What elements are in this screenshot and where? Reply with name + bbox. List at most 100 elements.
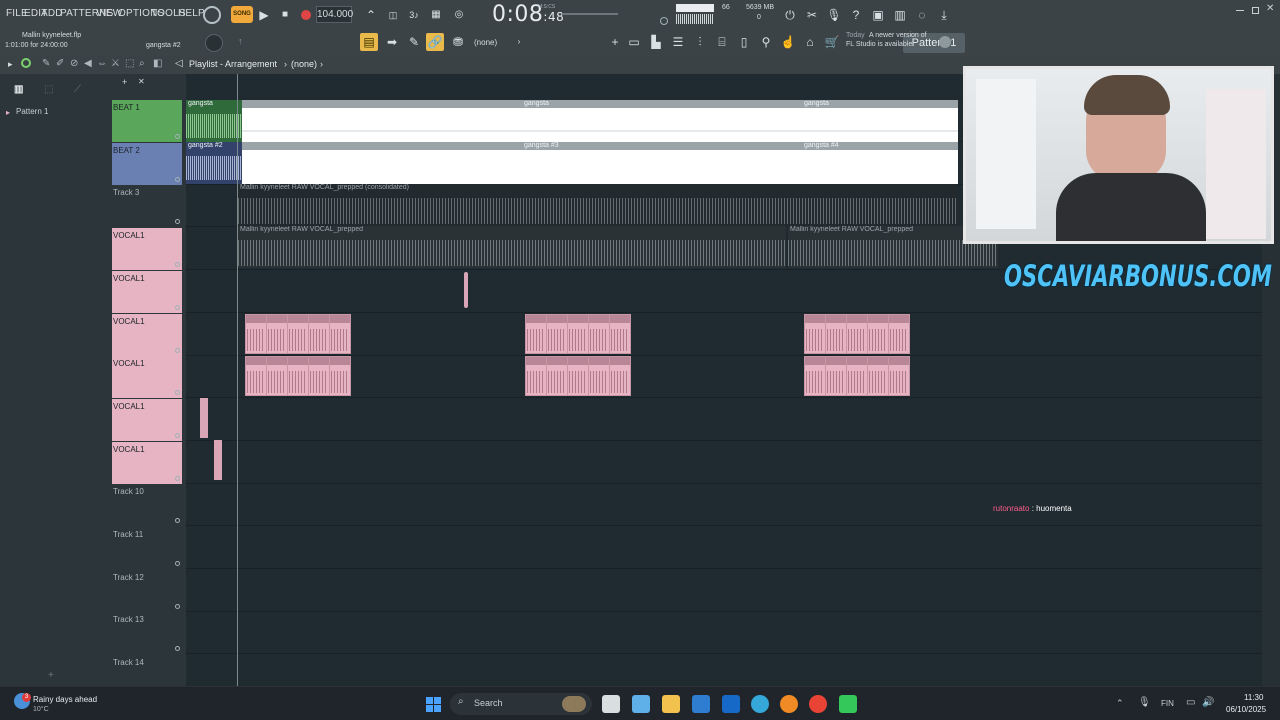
tray-chevron-icon[interactable]: ⌃ [1116, 698, 1124, 709]
track-header[interactable]: VOCAL1 [112, 398, 182, 441]
vocal-pattern-clip[interactable] [546, 356, 568, 396]
audio-clip-vocal-prepped-1[interactable]: Mallin kyyneleet RAW VOCAL_prepped [238, 226, 786, 268]
windows-start-icon[interactable] [426, 697, 442, 713]
track-lane[interactable] [186, 484, 1262, 527]
playlist-menu-arrow-icon[interactable]: ▸ [8, 59, 13, 70]
save-icon[interactable]: ▣ [869, 6, 887, 24]
globe-icon[interactable] [939, 36, 951, 48]
plugin-icon[interactable]: ▥ [891, 6, 909, 24]
track-header[interactable]: VOCAL1 [112, 228, 182, 271]
add-icon[interactable]: + [122, 77, 127, 87]
channel-rack-icon[interactable]: ☰ [669, 33, 687, 51]
track-enable-icon[interactable] [175, 432, 180, 438]
track-header[interactable]: Track 12 [112, 570, 182, 612]
weather-title[interactable]: Rainy days ahead [33, 695, 97, 704]
track-header[interactable]: VOCAL1 [112, 270, 182, 313]
audio-clip-beat1[interactable]: gangsta gangsta [242, 100, 958, 142]
draw-tool-icon[interactable]: ✎ [42, 58, 50, 69]
vocal-pattern-clip[interactable] [867, 356, 889, 396]
playhead-line[interactable] [237, 74, 238, 686]
vocal-pattern-clip[interactable] [609, 314, 631, 354]
snap-selector[interactable]: (none) [474, 38, 497, 47]
download-icon[interactable]: ⤓ [935, 6, 953, 24]
piano-roll-icon[interactable]: ▤ [360, 33, 378, 51]
language-indicator[interactable]: FIN [1161, 699, 1174, 708]
track-lane[interactable] [186, 442, 1262, 484]
vocal-pattern-clip[interactable] [245, 314, 267, 354]
copilot-icon[interactable] [632, 695, 650, 713]
vocal-pattern-clip[interactable] [867, 314, 889, 354]
plugin-picker-icon[interactable]: ⌸ [713, 33, 731, 51]
add-track-icon[interactable]: + [48, 670, 54, 681]
song-mode-button[interactable]: SONG [231, 6, 253, 23]
touch-icon[interactable]: ☝ [779, 33, 797, 51]
track-enable-icon[interactable] [175, 646, 180, 652]
playlist-icon[interactable]: ▭ [625, 33, 643, 51]
track-lane[interactable] [186, 655, 1262, 686]
loop-record-icon[interactable]: ◎ [450, 6, 468, 24]
vocal-pattern-clip[interactable] [329, 356, 351, 396]
track-lane[interactable] [186, 527, 1262, 569]
news-message-line2[interactable]: FL Studio is available! [846, 41, 914, 48]
track-header[interactable]: BEAT 2 [112, 142, 182, 185]
track-enable-icon[interactable] [175, 603, 180, 609]
link-icon[interactable]: 🔗 [426, 33, 444, 51]
track-enable-icon[interactable] [175, 304, 180, 310]
clock-date[interactable]: 06/10/2025 [1226, 705, 1266, 714]
edge-icon[interactable] [751, 695, 769, 713]
vocal-pattern-clip[interactable] [266, 356, 288, 396]
mixer-sliders-icon[interactable]: ⫶ [691, 33, 709, 51]
magnet-icon[interactable] [21, 58, 31, 68]
track-enable-icon[interactable] [175, 134, 180, 139]
news-message-line1[interactable]: A newer version of [869, 32, 927, 39]
select-tool-icon[interactable]: ⬚ [125, 58, 134, 69]
audio-clip-beat1-start[interactable]: gangsta [186, 100, 242, 142]
audio-clip-vocal-short[interactable] [464, 272, 468, 308]
vocal-pattern-clip[interactable] [287, 314, 309, 354]
vocal-pattern-clip[interactable] [308, 356, 330, 396]
track-enable-icon[interactable] [175, 262, 180, 268]
collapse-icon[interactable]: ✕ [138, 77, 145, 86]
track-enable-icon[interactable] [175, 390, 180, 396]
record-button[interactable] [301, 10, 311, 20]
track-header[interactable]: BEAT 1 [112, 100, 182, 142]
mixer-icon[interactable]: ✂ [803, 6, 821, 24]
volume-icon[interactable]: 🔊 [1202, 697, 1214, 708]
pin-icon[interactable]: ↑ [238, 36, 243, 46]
step-edit-icon[interactable]: ▦ [427, 6, 445, 24]
vocal-pattern-clip[interactable] [804, 356, 826, 396]
chevron-right-icon[interactable]: › [510, 33, 528, 51]
stamp-icon[interactable]: ⛃ [449, 33, 467, 51]
vocal-pattern-clip[interactable] [825, 314, 847, 354]
vocal-pattern-clip[interactable] [567, 356, 589, 396]
vocal-pattern-clip[interactable] [588, 314, 610, 354]
track-header[interactable]: Track 11 [112, 527, 182, 569]
help-icon[interactable]: ? [847, 6, 865, 24]
vocal-pattern-clip[interactable] [525, 356, 547, 396]
pencil-icon[interactable]: ✎ [405, 33, 423, 51]
track-lane[interactable] [186, 399, 1262, 441]
reset-icon[interactable]: ⏻ [781, 6, 799, 24]
chrome-icon[interactable] [809, 695, 827, 713]
close-icon[interactable]: ✕ [1266, 3, 1274, 14]
track-header[interactable]: Track 3 [112, 185, 182, 227]
stop-button[interactable]: ■ [276, 6, 294, 24]
track-lane[interactable] [186, 570, 1262, 612]
track-header[interactable]: VOCAL1 [112, 441, 182, 484]
vocal-pattern-clip[interactable] [287, 356, 309, 396]
picker-audio-icon[interactable]: ⬚ [44, 84, 53, 95]
track-enable-icon[interactable] [175, 219, 180, 225]
app-icon[interactable] [839, 695, 857, 713]
vocal-pattern-clip[interactable] [846, 314, 868, 354]
mute-tool-icon[interactable]: ◀ [84, 58, 92, 69]
arrangement-selector[interactable]: (none) [291, 59, 317, 69]
vocal-pattern-clip[interactable] [888, 314, 910, 354]
cart-icon[interactable]: 🛒 [823, 33, 841, 51]
vocal-pattern-clip[interactable] [308, 314, 330, 354]
track-enable-icon[interactable] [175, 475, 180, 481]
track-enable-icon[interactable] [175, 518, 180, 524]
store-icon[interactable] [692, 695, 710, 713]
tempo-display[interactable]: 104.000 [316, 6, 353, 23]
audio-clip-vocal-consolidated[interactable]: Mallin kyyneleet RAW VOCAL_prepped (cons… [238, 184, 958, 226]
vocal-pattern-clip[interactable] [846, 356, 868, 396]
